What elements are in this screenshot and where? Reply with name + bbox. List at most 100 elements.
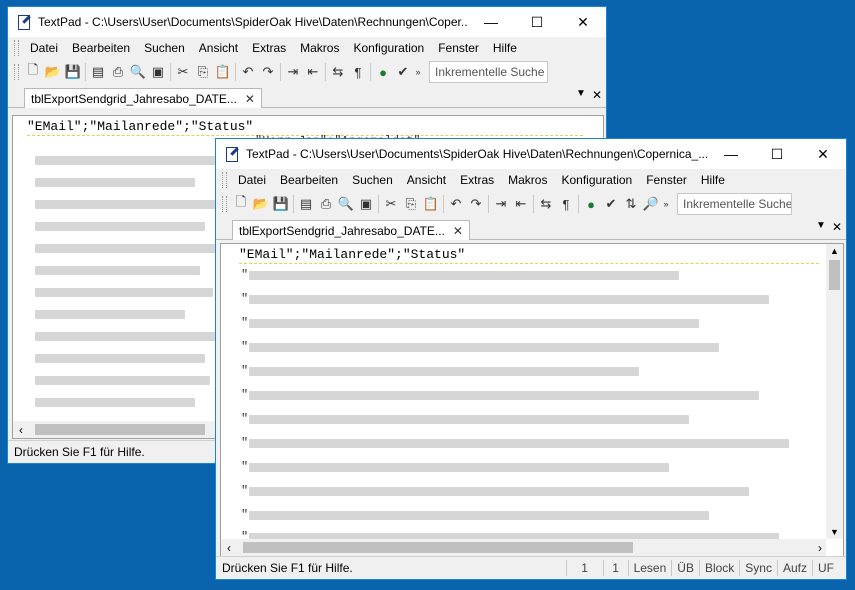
sort-icon[interactable]: ⇅ [621,194,641,214]
print-icon[interactable]: ⎙ [316,194,336,214]
scroll-right-icon[interactable]: › [818,541,822,555]
menu-datei[interactable]: Datei [23,39,65,57]
print-preview-icon[interactable]: 🔍 [128,62,148,82]
close-button[interactable]: ✕ [800,139,846,169]
close-tab-icon[interactable]: ✕ [245,92,255,106]
incremental-search-input[interactable]: Inkrementelle Suche [677,193,792,215]
menu-grip[interactable] [14,40,19,56]
line-quote: " [241,460,249,474]
paste-icon[interactable]: 📋 [213,62,233,82]
print-icon[interactable]: ⎙ [108,62,128,82]
line-quote: " [241,364,249,378]
horizontal-scrollbar[interactable]: ‹ › [221,539,826,556]
incremental-search-input[interactable]: Inkrementelle Suche [429,61,548,83]
pilcrow-icon[interactable]: ¶ [348,62,368,82]
menu-extras[interactable]: Extras [453,171,501,189]
open-icon[interactable]: 📂 [251,194,271,214]
status-line: 1 [565,560,603,576]
menu-extras[interactable]: Extras [245,39,293,57]
scrollbar-thumb[interactable] [35,424,205,435]
undo-icon[interactable]: ↶ [238,62,258,82]
open-icon[interactable]: 📂 [43,62,63,82]
word-wrap-icon[interactable]: ⇆ [328,62,348,82]
menu-suchen[interactable]: Suchen [345,171,400,189]
paste-icon[interactable]: 📋 [421,194,441,214]
scroll-left-icon[interactable]: ‹ [221,541,231,555]
scroll-left-icon[interactable]: ‹ [13,423,23,437]
undo-icon[interactable]: ↶ [446,194,466,214]
save-all-icon[interactable]: ▤ [88,62,108,82]
toolbar-grip[interactable] [222,196,227,212]
save-icon[interactable]: 💾 [63,62,83,82]
close-button[interactable]: ✕ [560,7,606,37]
menu-hilfe[interactable]: Hilfe [694,171,732,189]
scroll-up-icon[interactable]: ▲ [830,246,839,256]
status-record: Aufz [776,560,812,576]
spellcheck-icon[interactable]: ✔ [393,62,413,82]
new-icon[interactable]: 🗋 [231,194,251,214]
toolbar-overflow-icon[interactable]: » [661,194,671,214]
scrollbar-thumb[interactable] [243,542,633,553]
blurred-line [249,391,759,400]
toolbar-grip[interactable] [14,64,19,80]
title-bar[interactable]: TextPad - C:\Users\User\Documents\Spider… [8,7,606,37]
menu-bearbeiten[interactable]: Bearbeiten [65,39,137,57]
minimize-button[interactable]: — [468,7,514,37]
tab-list-icon[interactable]: ▼ [576,88,586,102]
redo-icon[interactable]: ↷ [258,62,278,82]
title-bar[interactable]: TextPad - C:\Users\User\Documents\Spider… [216,139,846,169]
scroll-down-icon[interactable]: ▼ [830,527,839,537]
blurred-line [35,376,210,385]
menu-ansicht[interactable]: Ansicht [400,171,453,189]
textpad-window-front[interactable]: TextPad - C:\Users\User\Documents\Spider… [215,138,847,580]
menu-konfiguration[interactable]: Konfiguration [554,171,639,189]
blurred-line [35,310,185,319]
tab-document[interactable]: tblExportSendgrid_Jahresabo_DATE... ✕ [232,220,470,240]
menu-fenster[interactable]: Fenster [639,171,694,189]
vertical-scrollbar[interactable]: ▲ ▼ [826,244,843,539]
new-icon[interactable]: 🗋 [23,62,43,82]
close-document-icon[interactable]: ✕ [832,220,842,234]
menu-grip[interactable] [222,172,227,188]
spell-icon[interactable]: ▣ [148,62,168,82]
maximize-button[interactable]: ☐ [514,7,560,37]
cut-icon[interactable]: ✂ [381,194,401,214]
cut-icon[interactable]: ✂ [173,62,193,82]
indent-icon[interactable]: ⇥ [283,62,303,82]
pilcrow-icon[interactable]: ¶ [556,194,576,214]
menu-hilfe[interactable]: Hilfe [486,39,524,57]
copy-icon[interactable]: ⎘ [401,194,421,214]
spell-icon[interactable]: ▣ [356,194,376,214]
menu-makros[interactable]: Makros [293,39,346,57]
save-all-icon[interactable]: ▤ [296,194,316,214]
web-icon[interactable]: ● [373,62,393,82]
web-icon[interactable]: ● [581,194,601,214]
menu-bearbeiten[interactable]: Bearbeiten [273,171,345,189]
menu-makros[interactable]: Makros [501,171,554,189]
minimize-button[interactable]: — [708,139,754,169]
menu-ansicht[interactable]: Ansicht [192,39,245,57]
outdent-icon[interactable]: ⇤ [303,62,323,82]
tab-document[interactable]: tblExportSendgrid_Jahresabo_DATE... ✕ [24,88,262,108]
toolbar-overflow-icon[interactable]: » [413,62,423,82]
spellcheck-icon[interactable]: ✔ [601,194,621,214]
copy-icon[interactable]: ⎘ [193,62,213,82]
editor-area[interactable]: "EMail";"Mailanrede";"Status" " " " " " … [220,243,844,557]
word-wrap-icon[interactable]: ⇆ [536,194,556,214]
maximize-button[interactable]: ☐ [754,139,800,169]
print-preview-icon[interactable]: 🔍 [336,194,356,214]
indent-icon[interactable]: ⇥ [491,194,511,214]
save-icon[interactable]: 💾 [271,194,291,214]
menu-datei[interactable]: Datei [231,171,273,189]
close-tab-icon[interactable]: ✕ [453,224,463,238]
outdent-icon[interactable]: ⇤ [511,194,531,214]
tab-list-icon[interactable]: ▼ [816,220,826,234]
menu-konfiguration[interactable]: Konfiguration [346,39,431,57]
menu-fenster[interactable]: Fenster [431,39,486,57]
status-text: Drücken Sie F1 für Hilfe. [222,561,353,575]
menu-suchen[interactable]: Suchen [137,39,192,57]
scrollbar-thumb[interactable] [829,260,840,290]
close-document-icon[interactable]: ✕ [592,88,602,102]
find-icon[interactable]: 🔎 [641,194,661,214]
redo-icon[interactable]: ↷ [466,194,486,214]
